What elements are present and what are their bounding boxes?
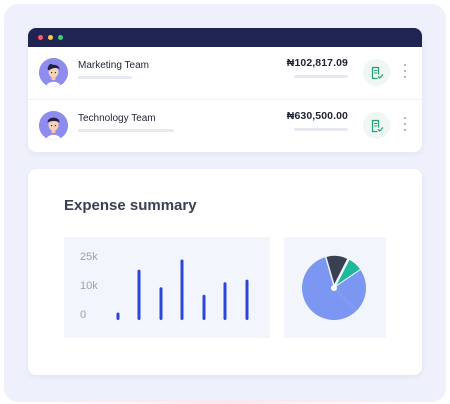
bar-chart [116,259,249,320]
expense-summary-card: Expense summary 25k 10k 0 [28,169,422,375]
avatar [39,111,68,140]
amount-placeholder-line [294,128,348,131]
frame-glow [40,400,410,404]
team-row-marketing[interactable]: Marketing Team ₦102,817.09 [28,47,422,99]
pie-chart [302,255,366,320]
window-title-bar [28,28,422,47]
person-avatar-icon [39,111,68,140]
team-name-placeholder-line [78,129,174,132]
more-options-icon[interactable] [403,64,407,78]
bar [223,282,227,320]
close-window-dot[interactable] [38,35,43,40]
bar [245,279,249,320]
team-row-technology[interactable]: Technology Team ₦630,500.00 [28,99,422,151]
team-amount: ₦102,817.09 [286,57,348,69]
bar [180,259,184,320]
document-check-button[interactable] [363,59,390,86]
maximize-window-dot[interactable] [58,35,63,40]
section-title: Expense summary [64,197,197,214]
minimize-window-dot[interactable] [48,35,53,40]
pie-center [331,285,337,291]
pie-chart-panel [284,237,386,338]
avatar [39,58,68,87]
bar [116,312,120,320]
team-name: Technology Team [78,113,156,124]
person-avatar-icon [39,58,68,87]
bar [202,294,206,320]
team-amount: ₦630,500.00 [286,110,348,122]
bar [137,269,141,320]
more-options-icon[interactable] [403,117,407,131]
bar [159,287,163,320]
document-check-button[interactable] [363,112,390,139]
document-check-icon [371,119,383,132]
document-check-icon [371,66,383,79]
teams-card: Marketing Team ₦102,817.09 Technology Te… [28,28,422,152]
amount-placeholder-line [294,75,348,78]
bar-chart-panel: 25k 10k 0 [64,237,270,338]
team-name: Marketing Team [78,60,149,71]
team-name-placeholder-line [78,76,132,79]
